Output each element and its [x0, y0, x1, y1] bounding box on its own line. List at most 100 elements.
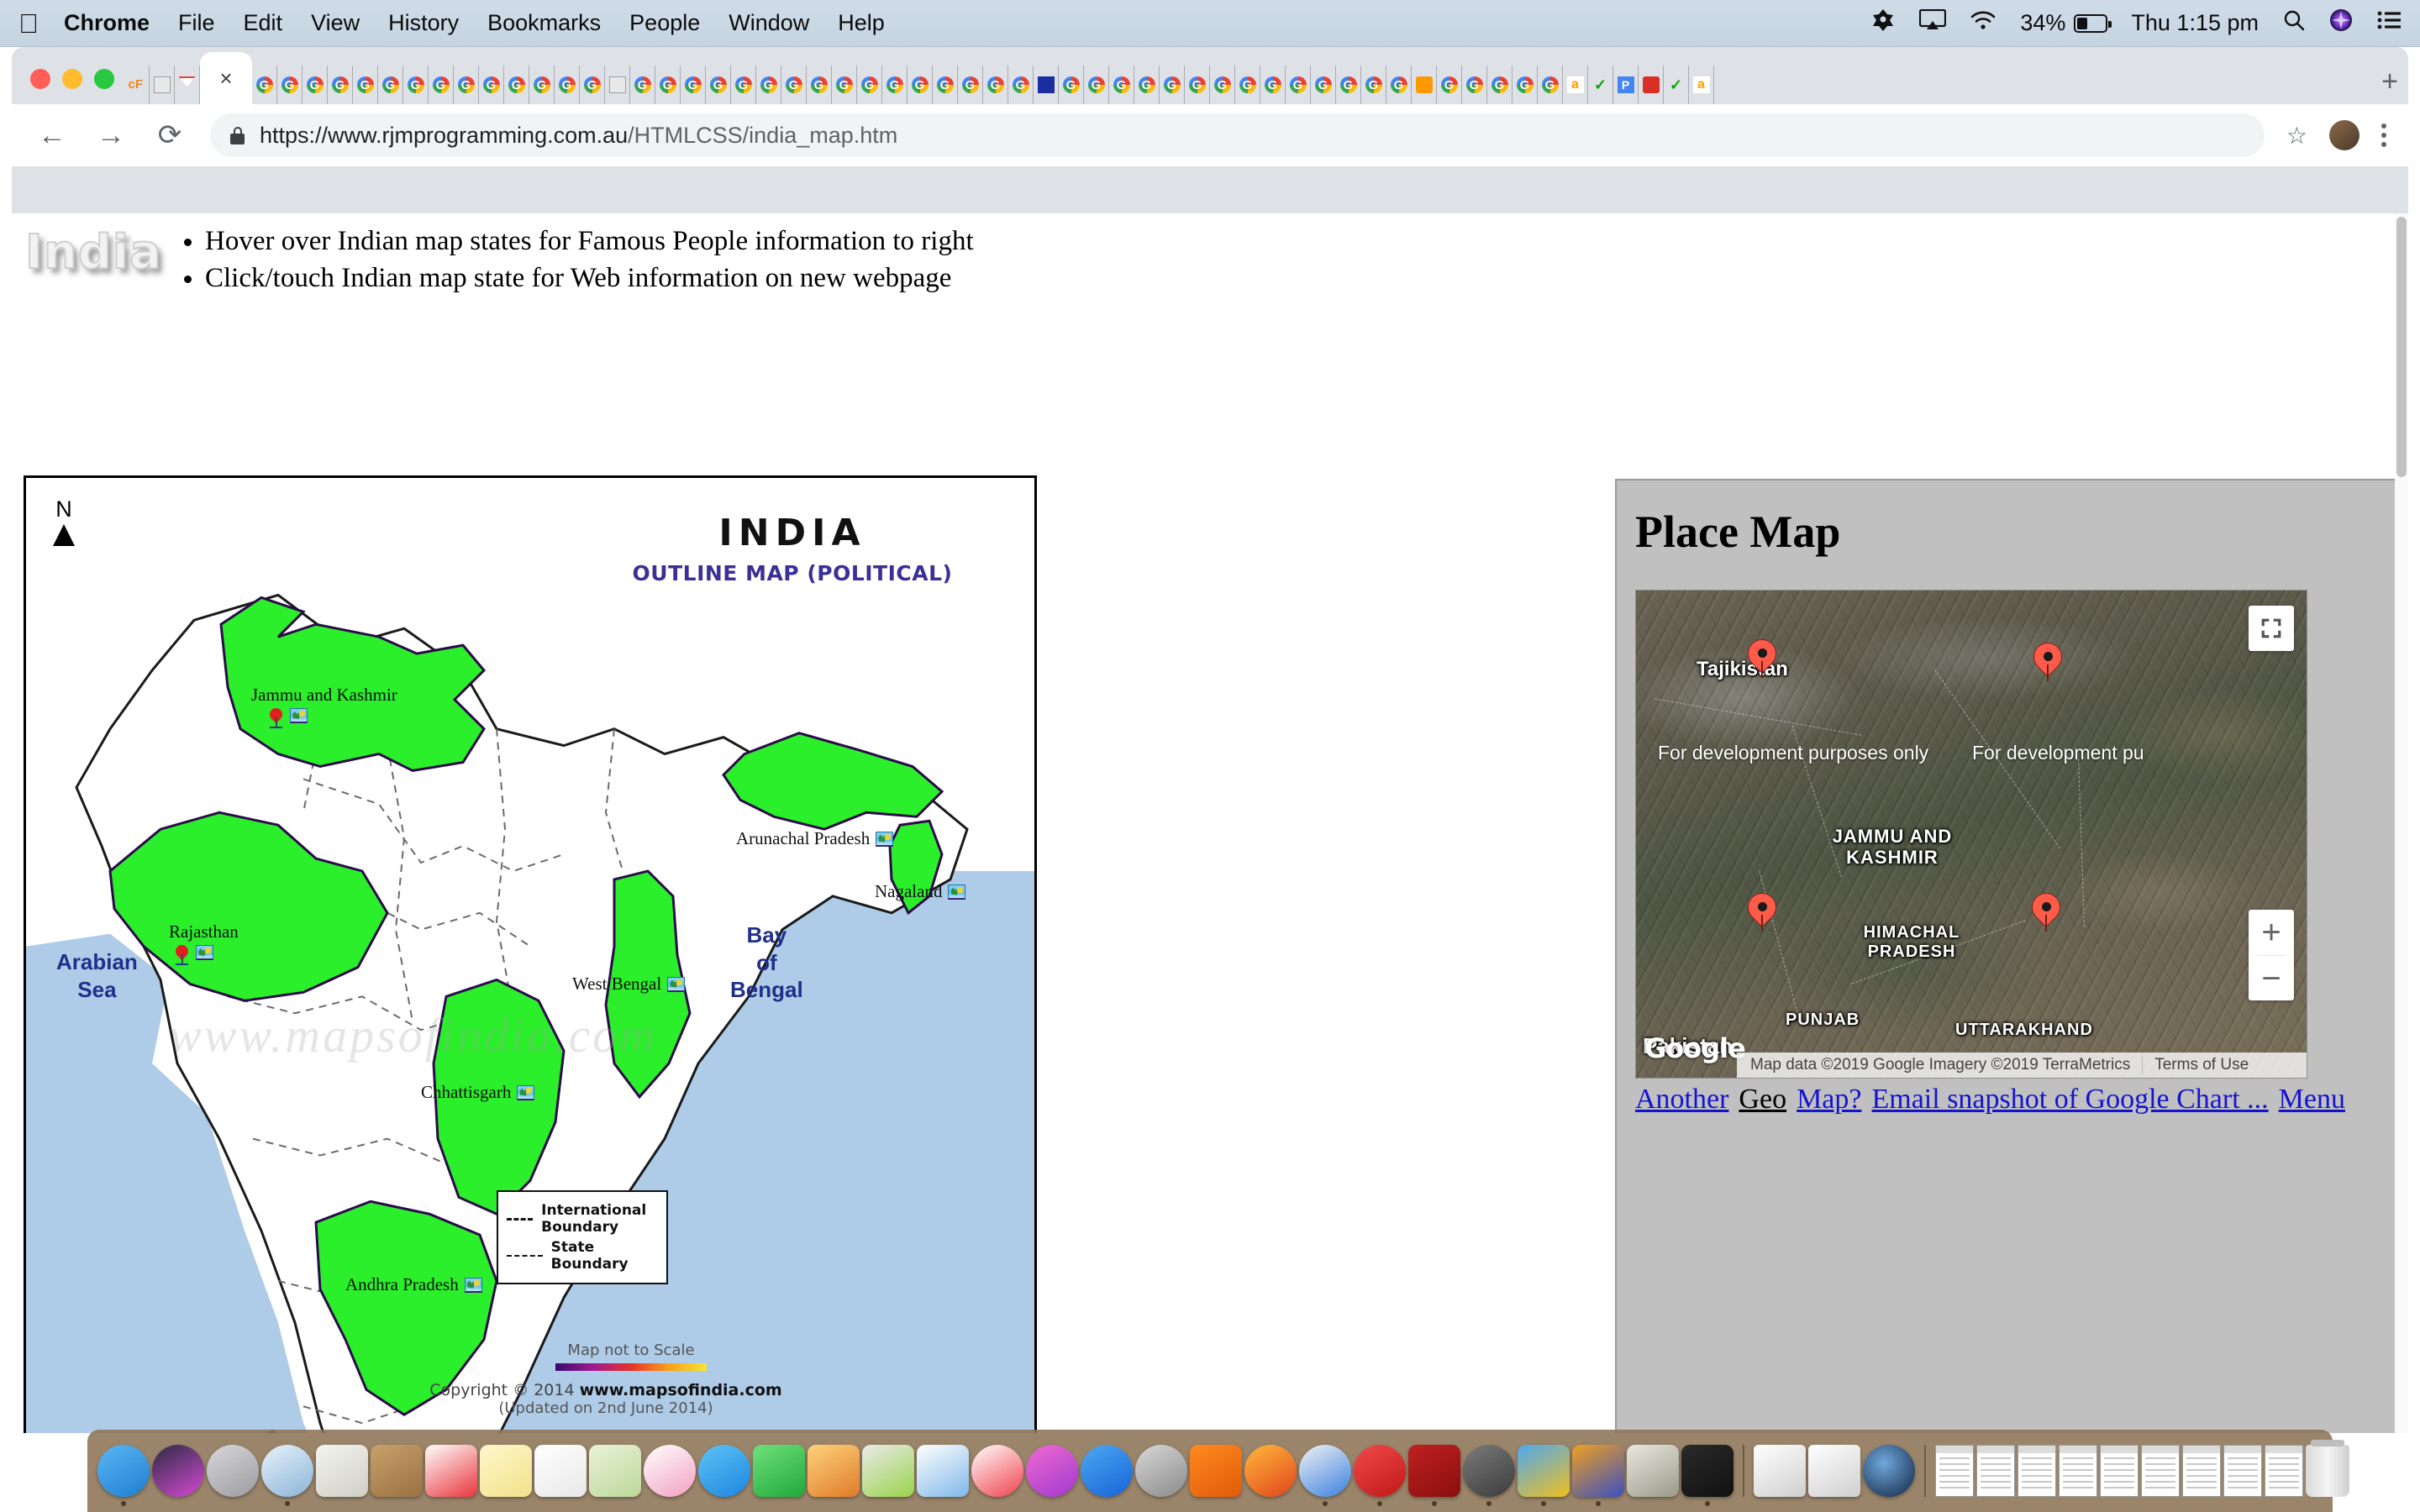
back-button[interactable]: ←: [34, 119, 71, 152]
browser-tab[interactable]: [756, 66, 781, 104]
quicktime-icon[interactable]: [1863, 1445, 1915, 1497]
filezilla-icon[interactable]: [1408, 1445, 1460, 1497]
zoom-in-button[interactable]: +: [2249, 910, 2294, 955]
news-icon[interactable]: [971, 1445, 1023, 1497]
browser-tab[interactable]: [1109, 66, 1134, 104]
link-menu[interactable]: Menu: [2279, 1084, 2345, 1115]
browser-tab[interactable]: [706, 66, 731, 104]
state-label-arunachal-pradesh[interactable]: Arunachal Pradesh: [736, 828, 893, 849]
messages-icon[interactable]: [698, 1445, 750, 1497]
profile-avatar[interactable]: [2329, 120, 2360, 150]
browser-tab[interactable]: [175, 66, 200, 104]
chrome-menu-icon[interactable]: [2381, 123, 2386, 147]
browser-tab[interactable]: P: [1613, 66, 1639, 104]
menu-item-help[interactable]: Help: [838, 10, 885, 36]
gimp-icon[interactable]: [1627, 1445, 1679, 1497]
menu-item-view[interactable]: View: [311, 10, 360, 36]
map-link-icon[interactable]: [517, 1085, 534, 1100]
browser-tab[interactable]: ✓: [1664, 66, 1689, 104]
link-geo[interactable]: Geo: [1739, 1084, 1786, 1115]
link-email-snapshot[interactable]: Email snapshot of Google Chart ...: [1872, 1084, 2269, 1115]
notes-icon[interactable]: [480, 1445, 532, 1497]
keynote-icon[interactable]: [917, 1445, 969, 1497]
browser-tab[interactable]: [1235, 66, 1260, 104]
browser-tab[interactable]: [378, 66, 403, 104]
browser-tab[interactable]: [580, 66, 605, 104]
numbers-icon[interactable]: [862, 1445, 914, 1497]
mail-icon[interactable]: [316, 1445, 368, 1497]
browser-tab[interactable]: [429, 66, 454, 104]
map-link-icon[interactable]: [948, 885, 965, 900]
terms-of-use-link[interactable]: Terms of Use: [2142, 1056, 2249, 1074]
browser-tab[interactable]: [1134, 66, 1160, 104]
browser-tab[interactable]: [1412, 66, 1437, 104]
link-map[interactable]: Map?: [1797, 1084, 1861, 1115]
browser-tab[interactable]: [1260, 66, 1286, 104]
location-pin-icon[interactable]: [176, 945, 188, 965]
map-marker[interactable]: [1748, 893, 1776, 933]
itunes-icon[interactable]: [1026, 1445, 1078, 1497]
reminders-icon[interactable]: [534, 1445, 587, 1497]
map-marker[interactable]: [2032, 893, 2060, 933]
browser-tab[interactable]: [1437, 66, 1462, 104]
menu-item-people[interactable]: People: [629, 10, 700, 36]
minimized-window[interactable]: [2018, 1445, 2056, 1497]
maps-icon[interactable]: [589, 1445, 641, 1497]
minimized-window[interactable]: [2223, 1445, 2262, 1497]
minimized-window[interactable]: [2100, 1445, 2139, 1497]
image-stack-icon[interactable]: [1808, 1445, 1860, 1497]
photos-icon[interactable]: [644, 1445, 696, 1497]
browser-tab[interactable]: [454, 66, 479, 104]
evernote-icon[interactable]: [1463, 1445, 1515, 1497]
xcode-icon[interactable]: [1518, 1445, 1570, 1497]
document-stack-icon[interactable]: [1754, 1445, 1806, 1497]
avast-icon[interactable]: [1190, 1445, 1242, 1497]
browser-tab[interactable]: a: [1563, 66, 1588, 104]
active-tab[interactable]: ×: [200, 52, 252, 104]
browser-tab[interactable]: [1311, 66, 1336, 104]
browser-tab[interactable]: cF: [124, 66, 150, 104]
new-tab-button[interactable]: +: [2371, 62, 2408, 101]
bookmark-star-icon[interactable]: ☆: [2286, 122, 2307, 150]
minimized-window[interactable]: [2265, 1445, 2303, 1497]
pages-icon[interactable]: [808, 1445, 860, 1497]
page-scrollbar[interactable]: [2395, 213, 2408, 1433]
menu-item-history[interactable]: History: [388, 10, 459, 36]
minimized-window[interactable]: [1976, 1445, 2015, 1497]
facetime-icon[interactable]: [753, 1445, 805, 1497]
browser-tab[interactable]: [1336, 66, 1361, 104]
browser-tab[interactable]: [1639, 66, 1664, 104]
map-link-icon[interactable]: [196, 945, 213, 960]
minimized-window[interactable]: [1935, 1445, 1974, 1497]
browser-tab[interactable]: [1286, 66, 1311, 104]
map-link-icon[interactable]: [667, 977, 685, 992]
forward-button[interactable]: →: [92, 119, 129, 152]
spotlight-search-icon[interactable]: [2282, 8, 2306, 38]
link-another[interactable]: Another: [1635, 1084, 1728, 1115]
terminal-icon[interactable]: [1681, 1445, 1733, 1497]
calendar-icon[interactable]: [425, 1445, 477, 1497]
state-label-chhattisgarh[interactable]: Chhattisgarh: [421, 1082, 534, 1103]
browser-tab[interactable]: [933, 66, 958, 104]
browser-tab[interactable]: [1487, 66, 1512, 104]
minimized-window[interactable]: [2182, 1445, 2221, 1497]
browser-tab[interactable]: [1512, 66, 1538, 104]
browser-tab[interactable]: a: [1689, 66, 1714, 104]
india-outline-map[interactable]: N INDIA OUTLINE MAP (POLITICAL) www.maps…: [24, 475, 1037, 1433]
browser-tab[interactable]: [302, 66, 328, 104]
menu-item-edit[interactable]: Edit: [244, 10, 283, 36]
browser-tab[interactable]: [252, 66, 277, 104]
state-label-jammu-and-kashmir[interactable]: Jammu and Kashmir: [251, 685, 397, 728]
minimized-window[interactable]: [2141, 1445, 2180, 1497]
minimized-window[interactable]: [2059, 1445, 2097, 1497]
battery-indicator[interactable]: 34%: [2020, 10, 2107, 36]
map-marker[interactable]: [1748, 639, 1776, 680]
browser-tab[interactable]: [857, 66, 882, 104]
browser-tab[interactable]: [1185, 66, 1210, 104]
state-label-rajasthan[interactable]: Rajasthan: [169, 921, 239, 965]
browser-tab[interactable]: [1008, 66, 1034, 104]
app-status-icon[interactable]: [1870, 8, 1896, 39]
browser-tab[interactable]: ✓: [1588, 66, 1613, 104]
contacts-icon[interactable]: [371, 1445, 423, 1497]
browser-tab[interactable]: [529, 66, 555, 104]
